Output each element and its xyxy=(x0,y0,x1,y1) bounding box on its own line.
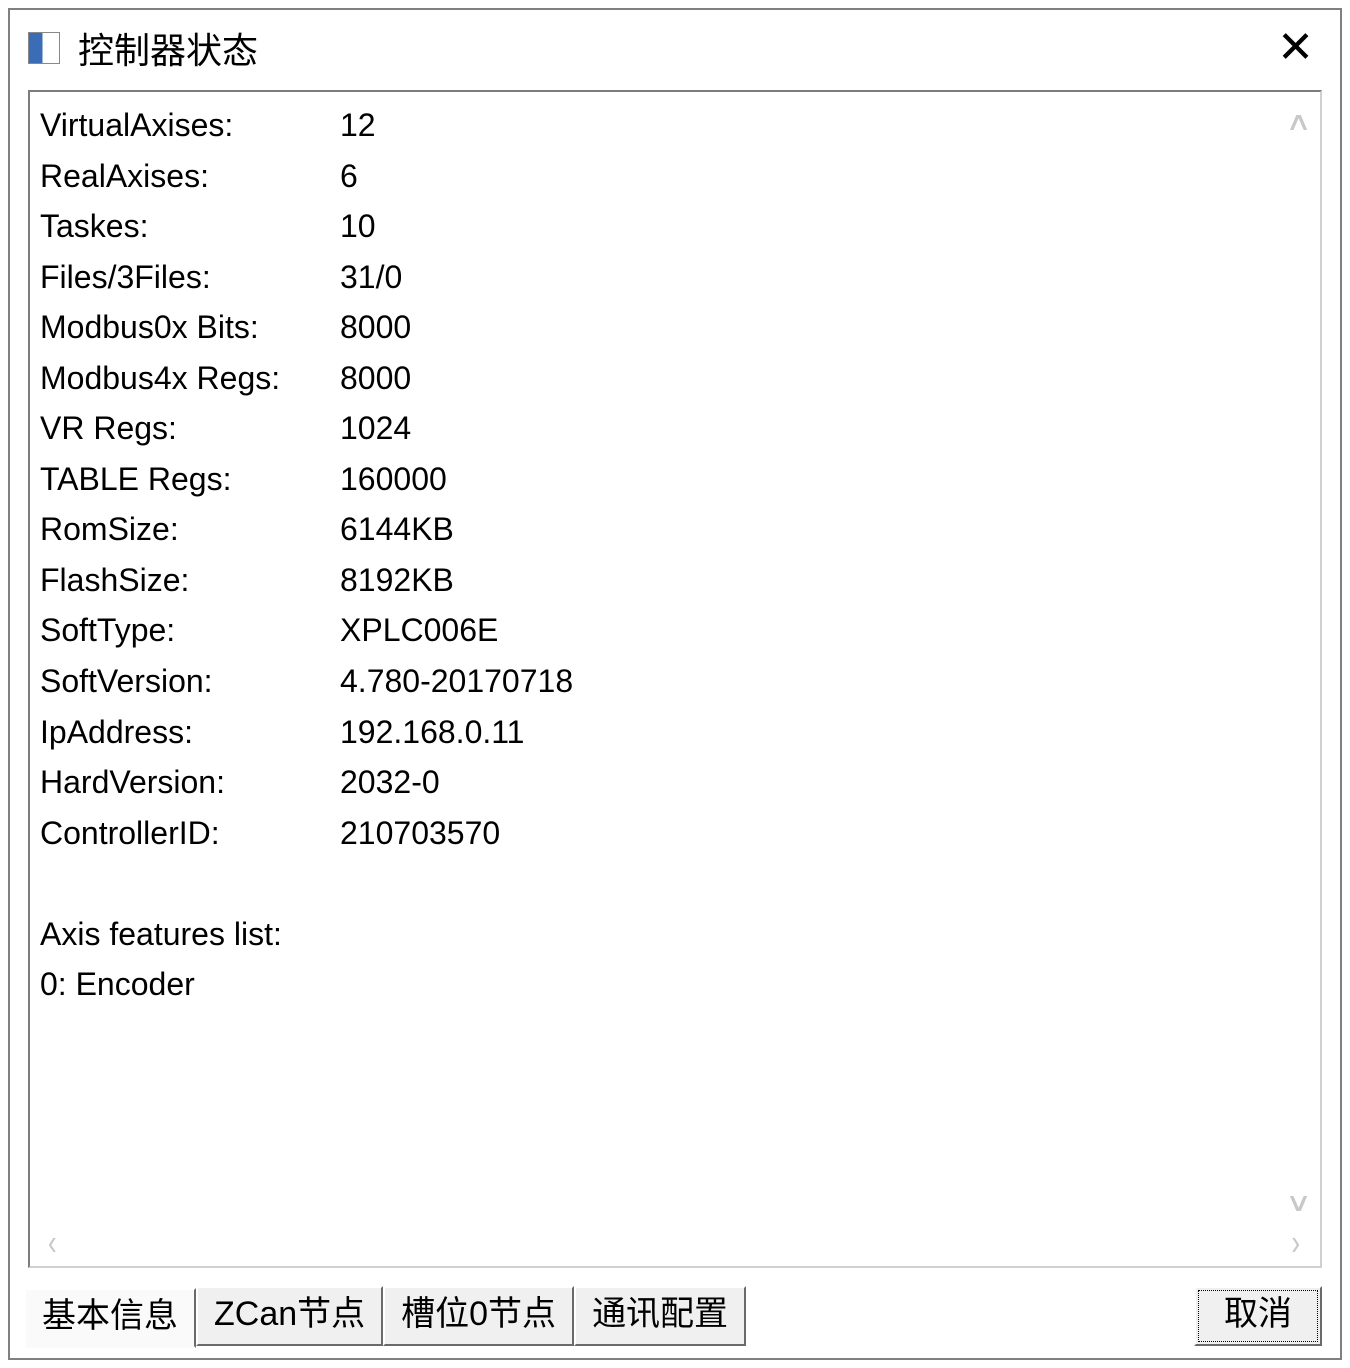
info-label: HardVersion: xyxy=(40,757,340,808)
axis-features-header: Axis features list: xyxy=(40,909,1278,960)
info-value: 12 xyxy=(340,100,376,151)
info-row: HardVersion:2032-0 xyxy=(40,757,1278,808)
info-value: 192.168.0.11 xyxy=(340,707,524,758)
dialog-title: 控制器状态 xyxy=(78,22,1257,74)
scroll-right-icon[interactable]: › xyxy=(1287,1220,1304,1263)
title-bar: 控制器状态 ✕ xyxy=(10,10,1340,82)
info-value: 8000 xyxy=(340,353,411,404)
info-row: FlashSize:8192KB xyxy=(40,555,1278,606)
info-label: Taskes: xyxy=(40,201,340,252)
info-value: 31/0 xyxy=(340,252,402,303)
info-label: Modbus0x Bits: xyxy=(40,302,340,353)
scroll-up-icon[interactable]: ∧ xyxy=(1285,106,1312,137)
close-icon[interactable]: ✕ xyxy=(1269,26,1322,70)
tabs-container: 基本信息ZCan节点槽位0节点通讯配置 xyxy=(24,1286,746,1346)
info-row: TABLE Regs:160000 xyxy=(40,454,1278,505)
info-value: 1024 xyxy=(340,403,411,454)
info-label: VirtualAxises: xyxy=(40,100,340,151)
info-row: VirtualAxises:12 xyxy=(40,100,1278,151)
info-row: Modbus0x Bits:8000 xyxy=(40,302,1278,353)
info-value: 8000 xyxy=(340,302,411,353)
info-value: 4.780-20170718 xyxy=(340,656,573,707)
info-row: VR Regs:1024 xyxy=(40,403,1278,454)
tab-1[interactable]: ZCan节点 xyxy=(196,1286,383,1346)
info-label: TABLE Regs: xyxy=(40,454,340,505)
info-value: 10 xyxy=(340,201,376,252)
axis-feature-entry: 0: Encoder xyxy=(40,959,1278,1010)
info-value: 2032-0 xyxy=(340,757,440,808)
info-row: Files/3Files:31/0 xyxy=(40,252,1278,303)
info-label: RomSize: xyxy=(40,504,340,555)
info-label: RealAxises: xyxy=(40,151,340,202)
info-label: SoftType: xyxy=(40,605,340,656)
info-row: RealAxises:6 xyxy=(40,151,1278,202)
info-value: 210703570 xyxy=(340,808,500,859)
blank-line xyxy=(40,858,1278,909)
info-label: SoftVersion: xyxy=(40,656,340,707)
app-icon xyxy=(28,32,60,64)
tab-3[interactable]: 通讯配置 xyxy=(574,1286,746,1346)
info-label: VR Regs: xyxy=(40,403,340,454)
info-label: FlashSize: xyxy=(40,555,340,606)
tab-2[interactable]: 槽位0节点 xyxy=(383,1286,574,1346)
info-value: XPLC006E xyxy=(340,605,498,656)
tab-0[interactable]: 基本信息 xyxy=(24,1288,196,1348)
button-bar: 基本信息ZCan节点槽位0节点通讯配置 取消 xyxy=(10,1278,1340,1358)
info-row: SoftType:XPLC006E xyxy=(40,605,1278,656)
info-row: ControllerID:210703570 xyxy=(40,808,1278,859)
status-text-content: VirtualAxises:12RealAxises:6Taskes:10Fil… xyxy=(40,100,1308,1222)
horizontal-scrollbar: ‹ › xyxy=(40,1222,1308,1262)
info-label: Files/3Files: xyxy=(40,252,340,303)
cancel-button[interactable]: 取消 xyxy=(1194,1286,1322,1346)
dialog-window: 控制器状态 ✕ VirtualAxises:12RealAxises:6Task… xyxy=(8,8,1342,1360)
info-value: 8192KB xyxy=(340,555,454,606)
status-text-area[interactable]: VirtualAxises:12RealAxises:6Taskes:10Fil… xyxy=(28,90,1322,1268)
info-label: ControllerID: xyxy=(40,808,340,859)
info-label: Modbus4x Regs: xyxy=(40,353,340,404)
info-row: Taskes:10 xyxy=(40,201,1278,252)
info-row: SoftVersion:4.780-20170718 xyxy=(40,656,1278,707)
info-row: Modbus4x Regs:8000 xyxy=(40,353,1278,404)
info-value: 6144KB xyxy=(340,504,454,555)
info-row: IpAddress:192.168.0.11 xyxy=(40,707,1278,758)
info-value: 160000 xyxy=(340,454,447,505)
info-row: RomSize:6144KB xyxy=(40,504,1278,555)
info-label: IpAddress: xyxy=(40,707,340,758)
content-wrap: VirtualAxises:12RealAxises:6Taskes:10Fil… xyxy=(10,82,1340,1278)
scroll-left-icon[interactable]: ‹ xyxy=(44,1220,61,1263)
scroll-down-icon[interactable]: ∨ xyxy=(1285,1187,1312,1218)
info-value: 6 xyxy=(340,151,358,202)
